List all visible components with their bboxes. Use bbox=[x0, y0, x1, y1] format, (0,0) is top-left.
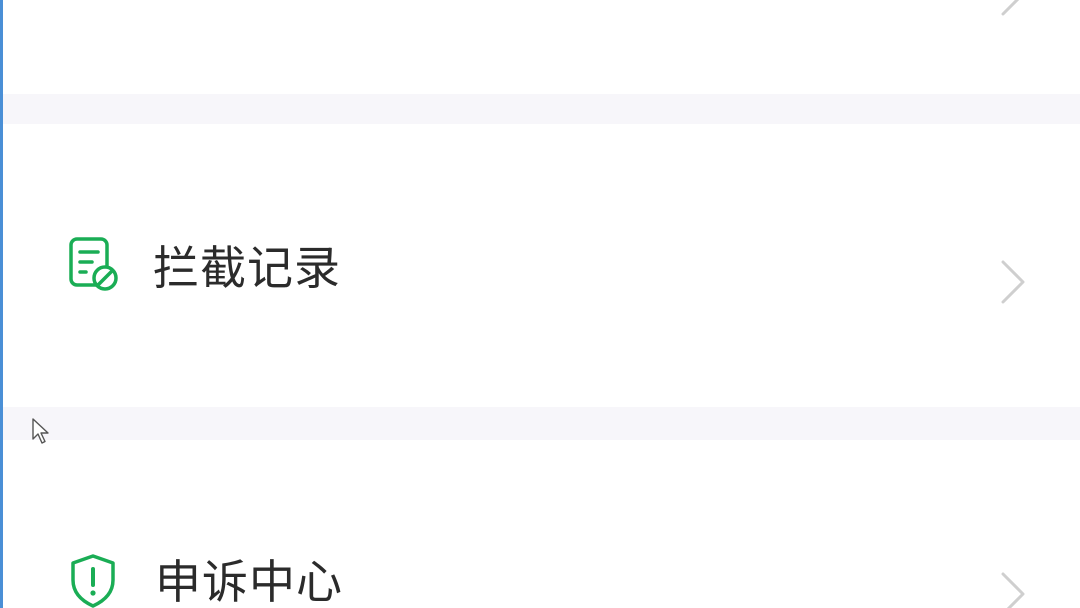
list-item-previous[interactable] bbox=[3, 0, 1080, 94]
list-item-block-records[interactable]: 拦截记录 bbox=[3, 124, 1080, 407]
chevron-right-icon bbox=[1001, 260, 1025, 304]
document-block-icon bbox=[69, 237, 118, 291]
chevron-right-icon bbox=[1001, 572, 1025, 608]
list-item-label: 申诉中心 bbox=[155, 555, 343, 608]
mouse-cursor-icon bbox=[32, 418, 49, 444]
settings-screen: 拦截记录 申诉中心 bbox=[0, 0, 1080, 608]
list-item-appeal-center[interactable]: 申诉中心 bbox=[3, 440, 1080, 608]
list-item-label: 拦截记录 bbox=[153, 241, 341, 295]
section-separator bbox=[3, 94, 1080, 124]
section-separator bbox=[3, 407, 1080, 440]
shield-exclamation-icon bbox=[71, 554, 115, 608]
chevron-right-icon bbox=[1001, 0, 1020, 16]
